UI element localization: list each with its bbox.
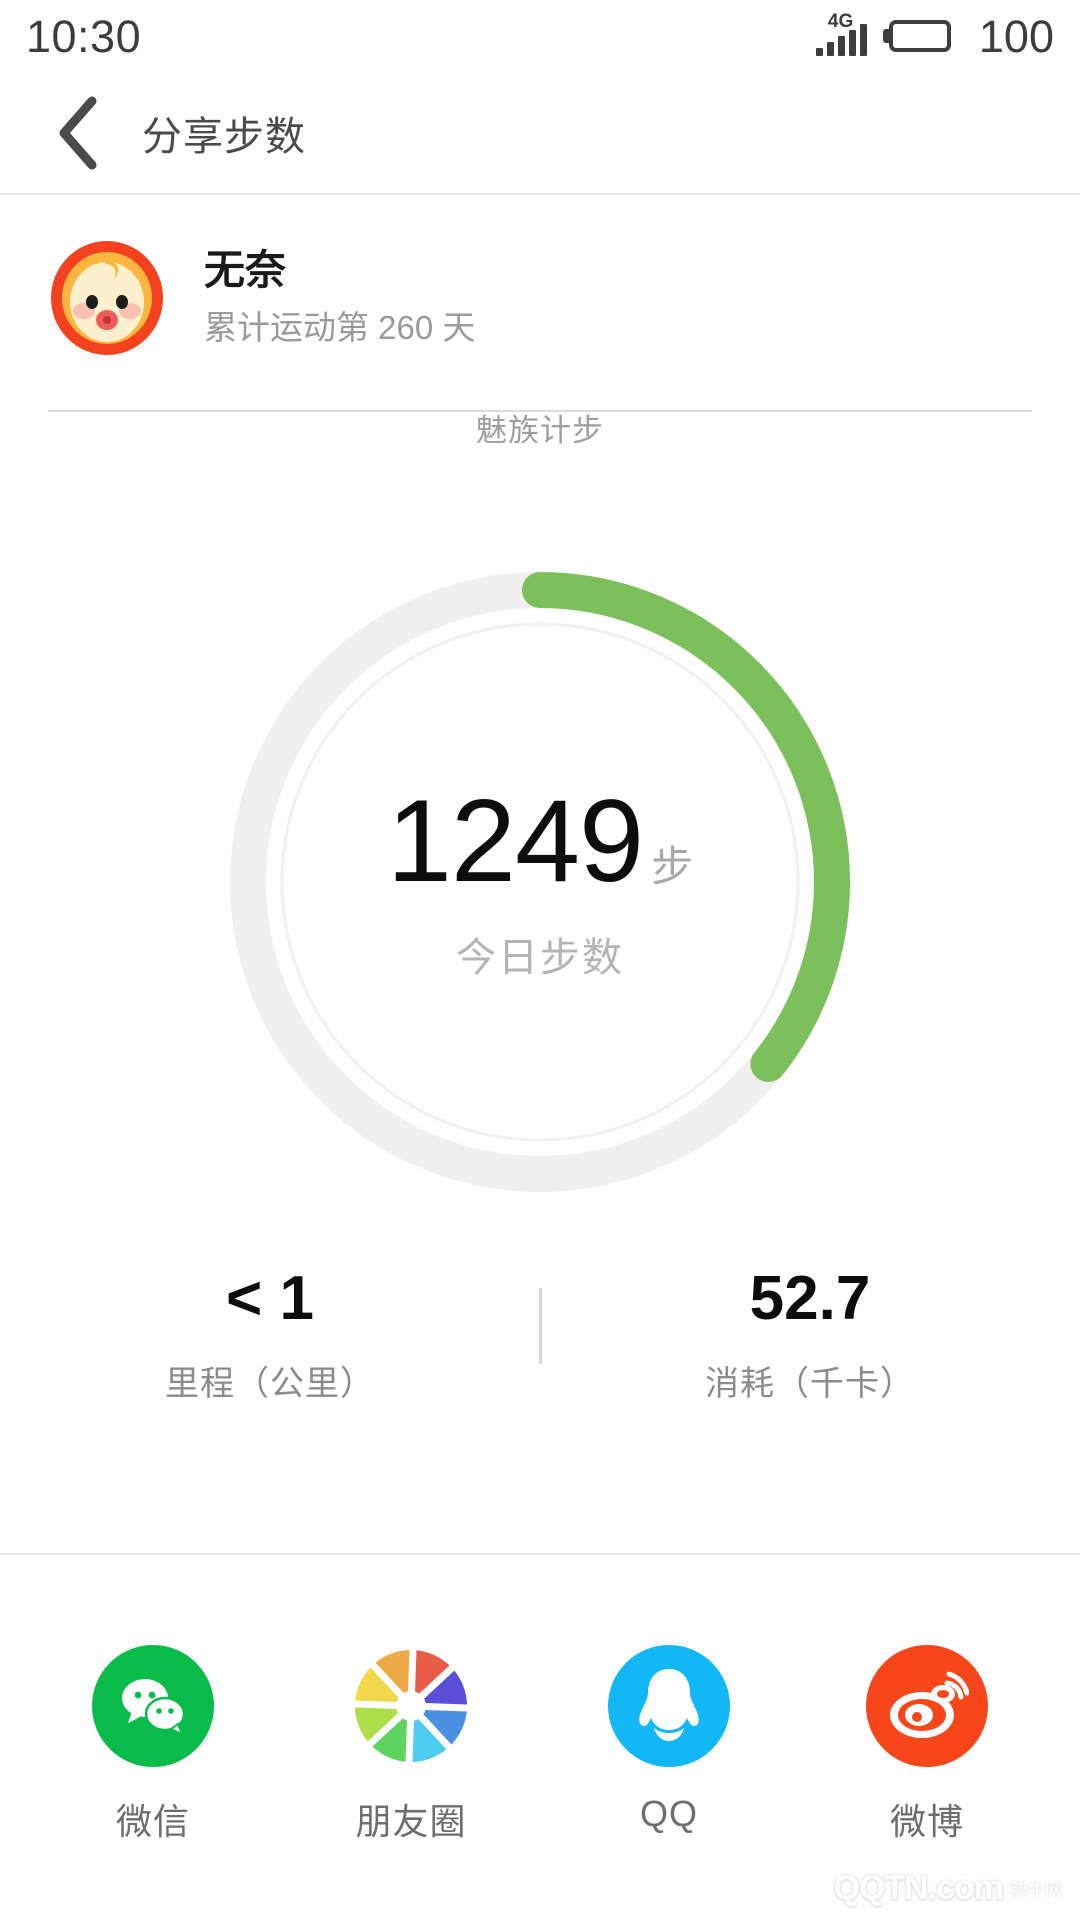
share-row: 微信 朋友圈 QQ 微博 [0, 1555, 1080, 1845]
stat-label: 里程（公里） [165, 1365, 375, 1403]
share-label: 微信 [115, 1801, 190, 1842]
status-bar: 10:30 4G 100 [0, 0, 1080, 72]
stat-distance: < 1 里程（公里） [0, 1268, 540, 1405]
steps-value-row: 1249 步 [387, 782, 693, 899]
pedometer-source-label: 魅族计步 [476, 413, 604, 448]
steps-unit: 步 [651, 842, 694, 890]
qqtn-logo-icon [787, 1870, 823, 1906]
share-label: 朋友圈 [355, 1801, 467, 1842]
steps-value: 1249 [386, 774, 644, 906]
battery-percent-label: 100 [978, 10, 1054, 62]
chevron-left-icon [59, 96, 97, 170]
share-option-moments[interactable]: 朋友圈 [311, 1645, 511, 1845]
app-bar: 分享步数 [0, 72, 1080, 194]
profile-row[interactable]: 无奈 累计运动第 260 天 [0, 218, 1080, 378]
moments-icon [350, 1645, 472, 1767]
ring-center-content: 1249 步 今日步数 [230, 572, 850, 1192]
share-label: 微博 [889, 1801, 964, 1842]
status-time: 10:30 [26, 10, 142, 62]
back-button[interactable] [22, 78, 132, 188]
steps-caption: 今日步数 [456, 935, 624, 980]
qq-icon [608, 1645, 730, 1767]
baby-face-avatar [48, 239, 166, 357]
stat-label: 消耗（千卡） [705, 1365, 915, 1403]
site-watermark: QQTN.com 腾牛网 [785, 1868, 1062, 1908]
network-type-label: 4G [827, 11, 854, 32]
profile-subtitle: 累计运动第 260 天 [204, 309, 476, 347]
share-label: QQ [639, 1793, 698, 1834]
share-panel: 微信 朋友圈 QQ 微博 QQTN.com 腾牛网 [0, 1555, 1080, 1920]
watermark-text: QQTN.com [833, 1868, 1004, 1907]
share-option-wechat[interactable]: 微信 [53, 1645, 253, 1845]
stat-value: < 1 [226, 1264, 314, 1333]
appbar-divider [0, 193, 1080, 195]
stats-divider [539, 1288, 542, 1364]
stat-value: 52.7 [749, 1264, 871, 1333]
profile-name: 无奈 [204, 247, 286, 294]
share-option-weibo[interactable]: 微博 [827, 1645, 1027, 1845]
profile-text: 无奈 累计运动第 260 天 [204, 245, 475, 351]
battery-full-icon [882, 20, 951, 52]
page-title: 分享步数 [142, 115, 306, 159]
weibo-icon [866, 1645, 988, 1767]
status-indicators: 4G 100 [815, 10, 1054, 62]
signal-bars-icon: 4G [815, 12, 867, 56]
share-option-qq[interactable]: QQ [569, 1645, 769, 1835]
steps-progress-ring: 1249 步 今日步数 [230, 572, 850, 1192]
stat-calories: 52.7 消耗（千卡） [540, 1268, 1080, 1405]
stats-row: < 1 里程（公里） 52.7 消耗（千卡） [0, 1268, 1080, 1428]
watermark-sub: 腾牛网 [1011, 1880, 1062, 1900]
wechat-icon [92, 1645, 214, 1767]
share-steps-screen: 10:30 4G 100 分享步数 无奈 累计运动第 260 天 魅族计步 12… [0, 0, 1080, 1920]
